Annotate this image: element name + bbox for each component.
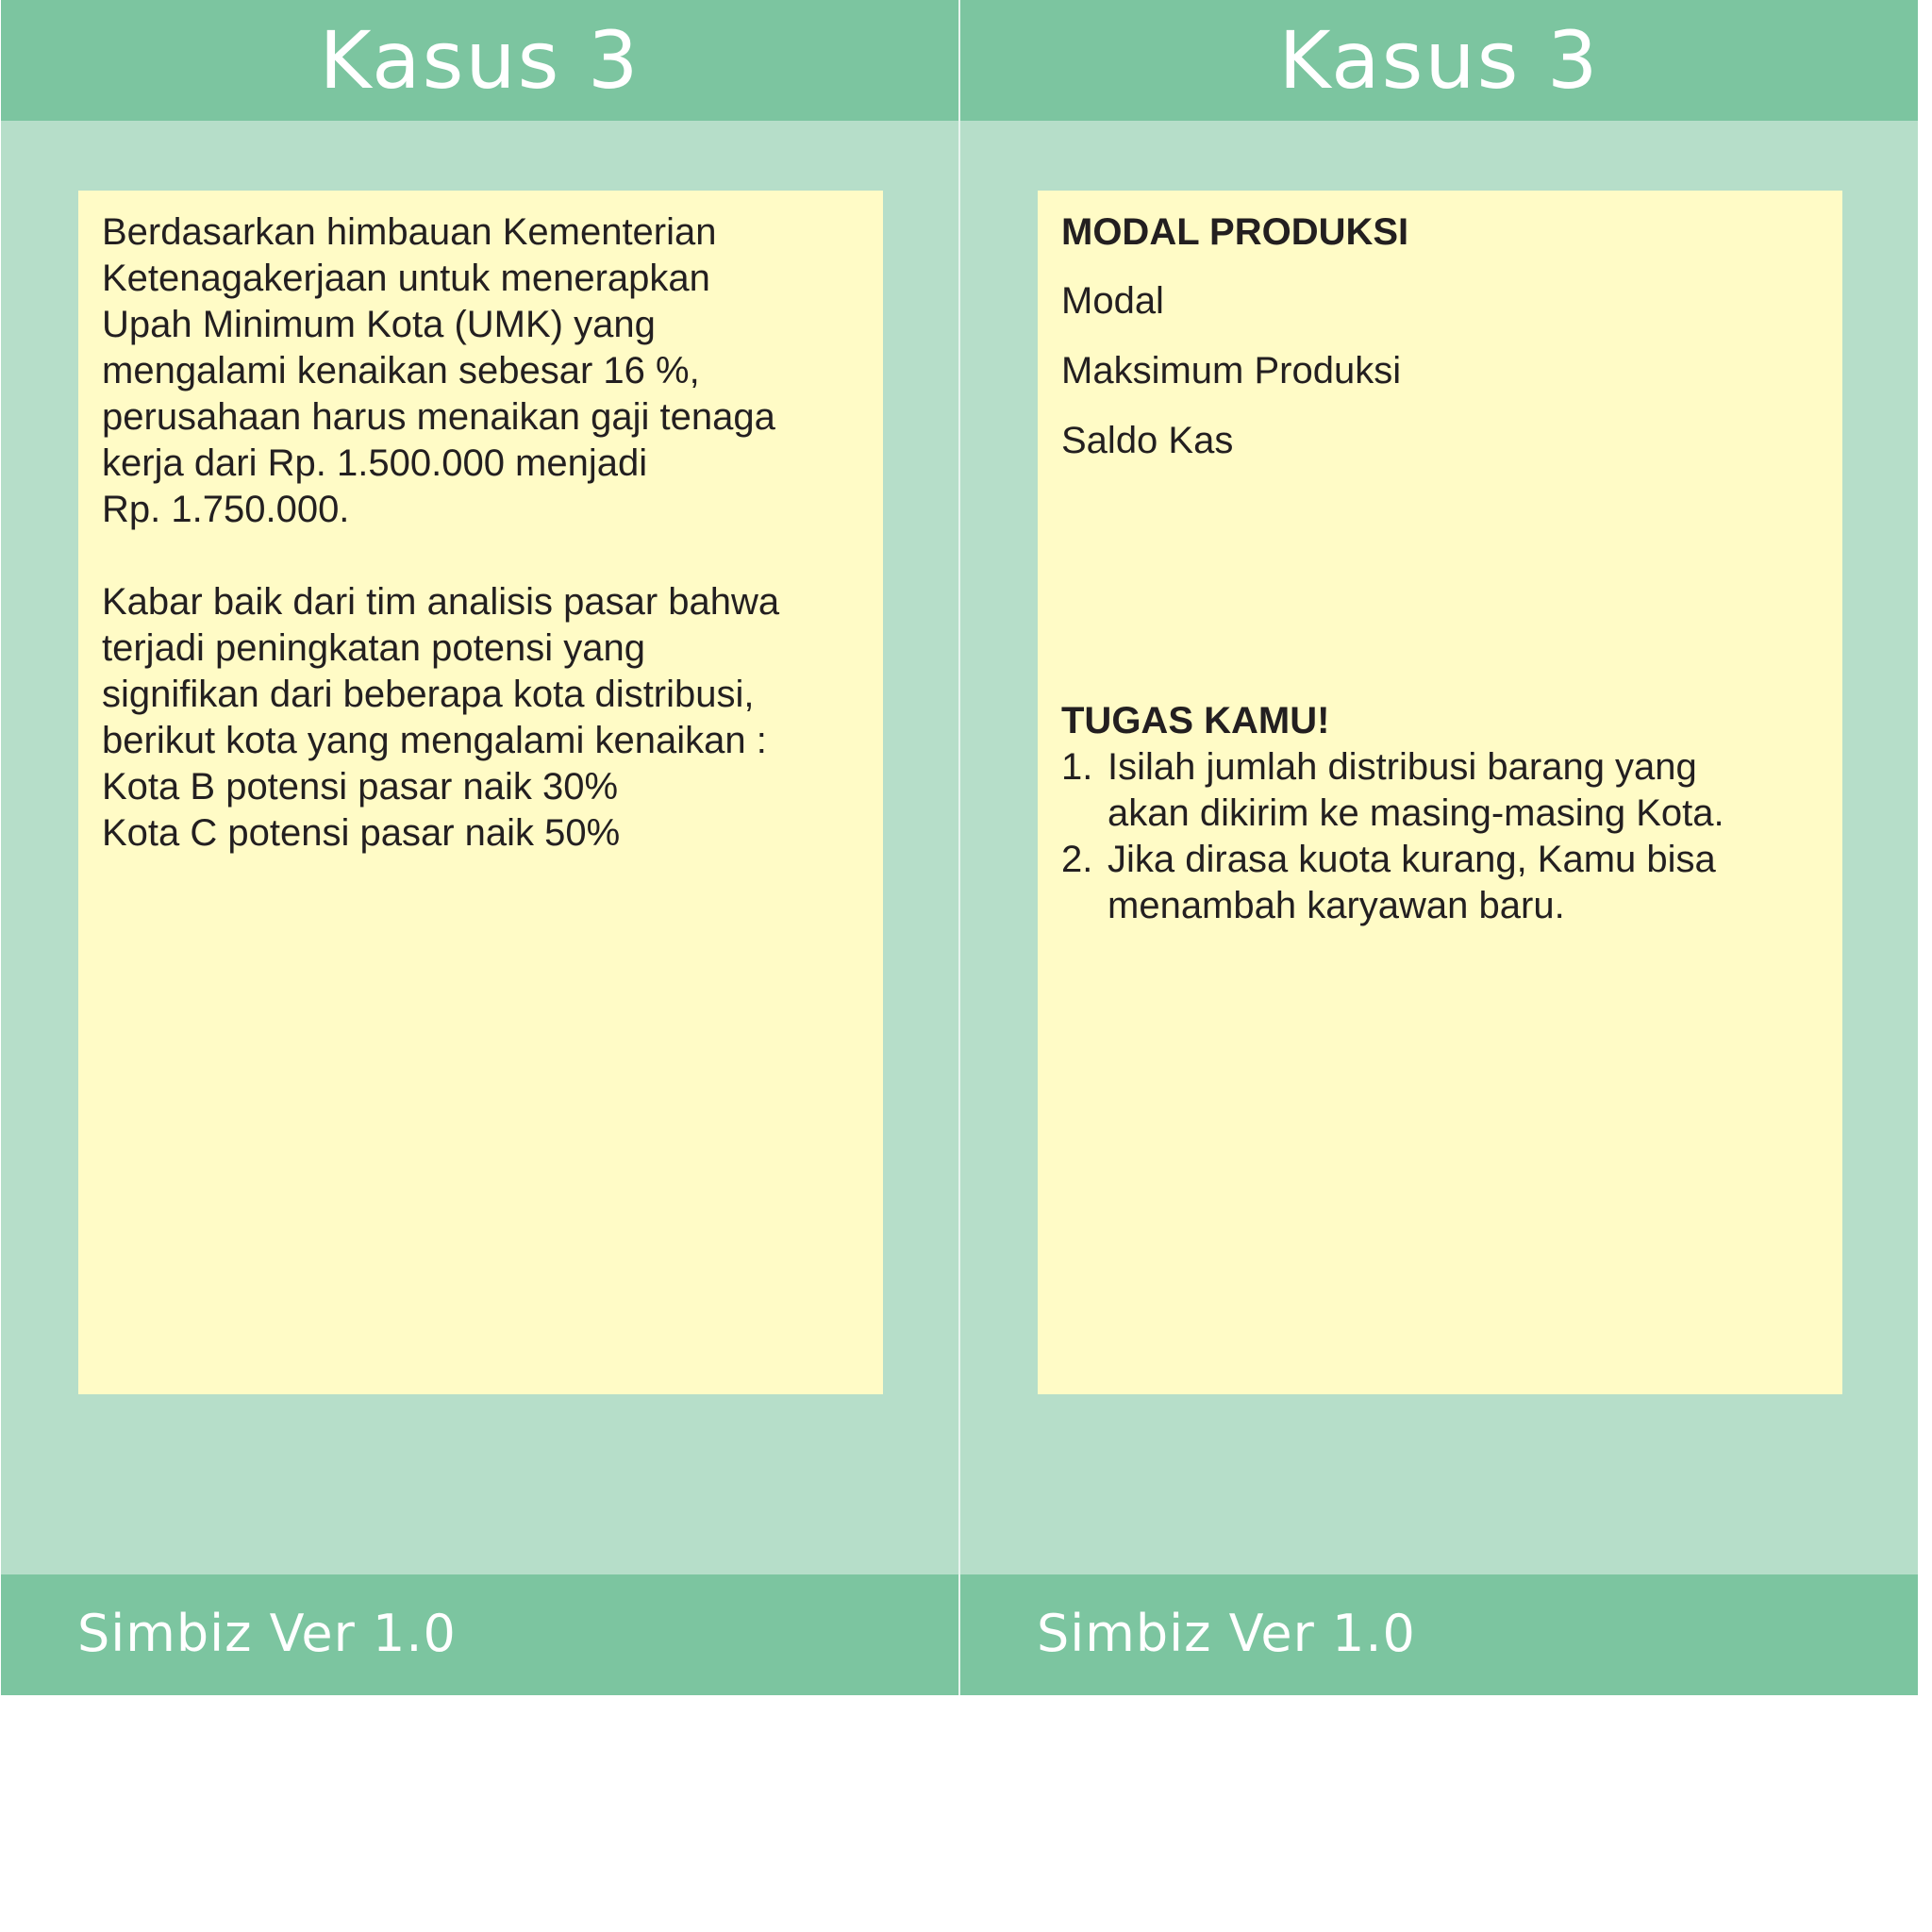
task-number: 1. — [1061, 746, 1093, 788]
case-paragraph-market: Kabar baik dari tim analisis pasar bahwa… — [102, 581, 780, 854]
production-capital-note: MODAL PRODUKSI Modal Maksimum Produksi S… — [1038, 191, 1842, 1394]
case-card-left: Kasus 3 Berdasarkan himbauan Kementerian… — [1, 0, 958, 1695]
maksimum-produksi-row: Maksimum Produksi — [1061, 350, 1402, 391]
card-header: Kasus 3 — [1, 0, 958, 121]
task-text: Jika dirasa kuota kurang, Kamu bisa mena… — [1108, 839, 1716, 926]
card-header: Kasus 3 — [960, 0, 1918, 121]
saldo-kas-row: Saldo Kas — [1061, 420, 1234, 461]
modal-produksi-heading: MODAL PRODUKSI — [1061, 211, 1409, 253]
task-item: 2. Jika dirasa kuota kurang, Kamu bisa m… — [1061, 837, 1820, 929]
case-card-right: Kasus 3 MODAL PRODUKSI Modal Maksimum Pr… — [960, 0, 1918, 1695]
task-text: Isilah jumlah distribusi barang yang aka… — [1108, 746, 1724, 834]
version-label: Simbiz Ver 1.0 — [77, 1604, 457, 1663]
card-footer: Simbiz Ver 1.0 — [1, 1574, 958, 1695]
tasks-heading: TUGAS KAMU! — [1061, 700, 1330, 741]
card-footer: Simbiz Ver 1.0 — [960, 1574, 1918, 1695]
tasks-list: 1. Isilah jumlah distribusi barang yang … — [1061, 744, 1820, 929]
case-paragraph-umk: Berdasarkan himbauan Kementerian Ketenag… — [102, 211, 775, 530]
card-title: Kasus 3 — [319, 14, 641, 107]
task-item: 1. Isilah jumlah distribusi barang yang … — [1061, 744, 1820, 837]
modal-row: Modal — [1061, 280, 1164, 322]
task-number: 2. — [1061, 839, 1093, 880]
version-label: Simbiz Ver 1.0 — [1037, 1604, 1416, 1663]
case-description-note: Berdasarkan himbauan Kementerian Ketenag… — [78, 191, 883, 1394]
card-title: Kasus 3 — [1278, 14, 1600, 107]
